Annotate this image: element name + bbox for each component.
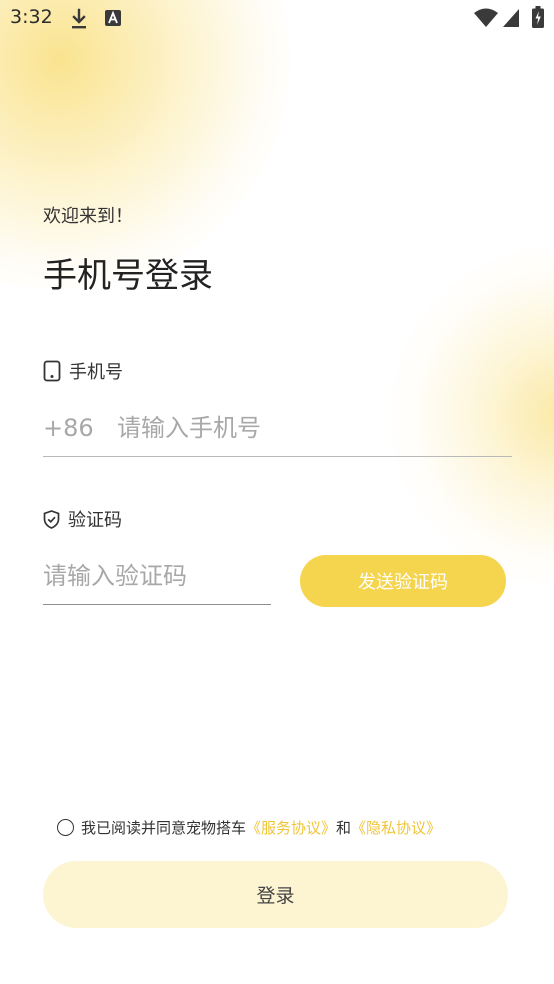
battery-icon [532, 6, 544, 28]
phone-field: +86 [43, 406, 512, 457]
code-label: 验证码 [43, 506, 122, 532]
code-label-text: 验证码 [68, 510, 122, 531]
signal-icon [503, 9, 519, 27]
agreement-and-text: 和 [336, 818, 352, 837]
country-code[interactable]: +86 [43, 414, 117, 442]
login-screen: 3:32 欢迎来到！ 手机号登录 手机号 +86 请输入手机号 验证码 请输入验… [0, 0, 554, 984]
agreement-row: 我已阅读并同意宠物搭车 《服务协议》 和 《隐私协议》 [57, 816, 441, 838]
service-agreement-link[interactable]: 《服务协议》 [246, 817, 336, 838]
wifi-icon [474, 8, 498, 27]
welcome-text: 欢迎来到！ [43, 206, 133, 227]
status-time: 3:32 [10, 6, 53, 28]
code-field [43, 554, 271, 605]
page-title: 手机号登录 [43, 256, 213, 296]
shield-check-icon [43, 509, 60, 529]
login-button[interactable]: 登录 [43, 861, 508, 928]
agreement-text: 我已阅读并同意宠物搭车 [81, 818, 247, 837]
phone-label: 手机号 [43, 358, 123, 384]
phone-input[interactable] [117, 414, 507, 442]
a-text-icon [105, 10, 121, 26]
status-bar: 3:32 [0, 0, 554, 38]
phone-label-text: 手机号 [69, 362, 123, 383]
phone-icon [43, 360, 61, 382]
privacy-agreement-link[interactable]: 《隐私协议》 [351, 817, 441, 838]
code-input[interactable] [43, 562, 271, 590]
agree-radio[interactable] [57, 818, 74, 836]
background-glow-top [0, 0, 290, 290]
send-code-button[interactable]: 发送验证码 [300, 555, 506, 607]
download-icon [72, 8, 86, 29]
